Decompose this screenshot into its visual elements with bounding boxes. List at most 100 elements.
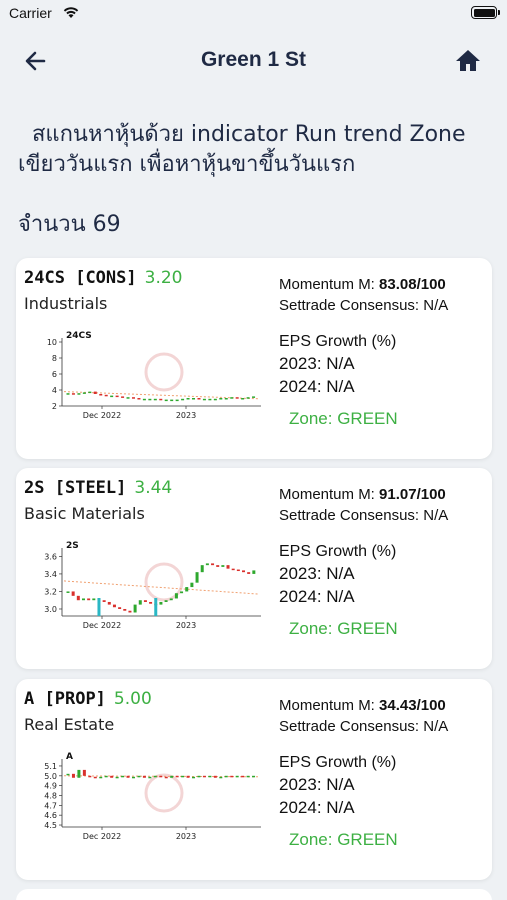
candle [131, 397, 135, 399]
chart-symbol-label: A [66, 752, 73, 762]
eps-growth-label: EPS Growth (%) [279, 333, 397, 350]
candle [115, 776, 119, 779]
candle [153, 775, 157, 778]
candle [186, 398, 190, 400]
candle [180, 591, 184, 594]
stock-sector: Basic Materials [24, 504, 145, 523]
candle [216, 565, 220, 567]
stock-category: [PROP] [44, 689, 106, 709]
candle [219, 398, 223, 400]
stock-symbol: A [24, 689, 35, 709]
stock-symbol: 24CS [24, 268, 65, 288]
home-icon [456, 50, 480, 71]
candle [76, 595, 80, 601]
candle [164, 776, 168, 779]
candle [175, 399, 179, 402]
stock-sector: Industrials [24, 294, 108, 313]
y-tick-label: 5.0 [44, 772, 57, 781]
candle [181, 775, 185, 778]
y-tick-label: 5.1 [44, 762, 57, 771]
stock-category: [STEEL] [54, 478, 127, 498]
price-chart: 5.15.04.94.84.74.64.5 Dec 2022 2023 A [44, 752, 261, 841]
eps-2024: 2024: N/A [279, 587, 355, 606]
candle [226, 565, 230, 569]
candle [170, 399, 174, 402]
stock-stats: Momentum M: 34.43/100 Settrade Consensus… [279, 697, 489, 850]
eps-2023: 2023: N/A [279, 564, 355, 583]
y-tick-label: 4 [52, 386, 57, 395]
candle [77, 393, 81, 395]
candle [219, 776, 223, 779]
candle [82, 392, 86, 394]
momentum-value: 91.07/100 [379, 486, 446, 503]
candle [242, 570, 246, 573]
candle [148, 776, 152, 779]
stock-card[interactable]: 2S [STEEL] 3.44 Basic Materials 3.6 3.4 3.2… [16, 468, 492, 669]
candle [169, 598, 173, 601]
home-button[interactable] [453, 46, 483, 76]
candle [66, 393, 70, 395]
candle [112, 604, 116, 608]
stock-symbol-line: A [PROP] 5.00 [24, 689, 152, 709]
stock-category: [CONS] [75, 268, 137, 288]
eps-growth-label: EPS Growth (%) [279, 754, 397, 771]
status-bar: Carrier [0, 0, 507, 30]
candle [200, 565, 204, 573]
candle [153, 398, 157, 401]
candle [128, 610, 132, 613]
candle [99, 394, 103, 396]
momentum-line: Momentum M: 83.08/100 [279, 276, 489, 293]
candle [110, 395, 114, 398]
y-tick-label: 2 [52, 402, 57, 411]
stock-card[interactable]: A [PROP] 5.00 Real Estate 5.1 5.0 4.9 4.8 4.7… [16, 679, 492, 880]
candle [230, 775, 234, 778]
candle [121, 396, 125, 398]
x-tick-label: Dec 2022 [83, 621, 121, 630]
candle [164, 399, 168, 402]
candle [197, 775, 201, 778]
stock-symbol-line: 24CS [CONS] 3.20 [24, 268, 182, 288]
candle [241, 775, 245, 778]
eps-2023: 2023: N/A [279, 354, 355, 373]
candle [236, 569, 240, 572]
next-stock-card[interactable] [16, 889, 492, 900]
candle [138, 600, 142, 605]
momentum-line: Momentum M: 91.07/100 [279, 486, 489, 503]
candle [81, 598, 85, 601]
candle [71, 591, 75, 596]
candle [77, 769, 81, 778]
candle [93, 776, 97, 779]
x-tick-label: 2023 [176, 621, 196, 630]
wifi-icon [63, 7, 79, 18]
y-tick-label: 6 [52, 370, 57, 379]
candle [190, 582, 194, 588]
candle [115, 395, 119, 398]
settrade-consensus: Settrade Consensus: N/A [279, 718, 449, 735]
y-tick-label: 3.0 [44, 605, 57, 614]
candle [175, 775, 179, 778]
candle [88, 391, 92, 394]
candle [205, 563, 209, 566]
candle [143, 600, 147, 602]
candle [131, 776, 135, 779]
candle [159, 775, 163, 778]
stock-symbol-line: 2S [STEEL] 3.44 [24, 478, 172, 498]
candle [221, 565, 225, 567]
watermark-logo [144, 352, 184, 392]
candle [126, 775, 130, 778]
trend-line [63, 580, 260, 595]
candle [230, 397, 234, 399]
candle [224, 775, 228, 778]
candle [148, 398, 152, 401]
price-chart: 10 8 6 4 2 Dec 2022 2023 24CS [47, 331, 261, 420]
stock-sector: Real Estate [24, 715, 115, 734]
candle [159, 398, 163, 401]
candle [142, 775, 146, 778]
x-tick-label: 2023 [176, 832, 196, 841]
candle [121, 775, 125, 778]
stock-card[interactable]: 24CS [CONS] 3.20 Industrials 10 8 6 4 2 Dec 20… [16, 258, 492, 459]
stock-symbol: 2S [24, 478, 45, 498]
y-tick-label: 3.2 [44, 587, 57, 596]
y-tick-label: 4.9 [44, 782, 57, 791]
candle [87, 598, 91, 601]
